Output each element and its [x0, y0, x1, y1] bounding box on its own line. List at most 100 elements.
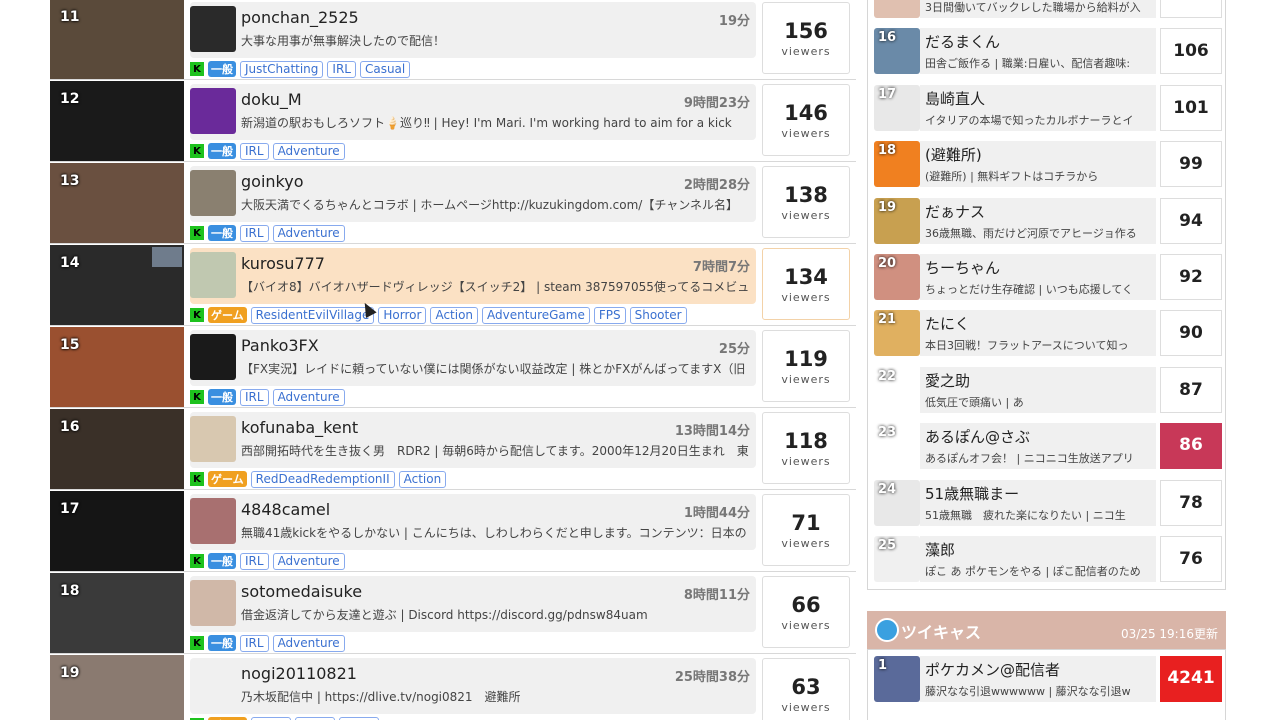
stream-row[interactable]: 17 4848camel 1時間44分 無職41歳kickをやるしかない | こ…	[50, 490, 856, 572]
stream-row[interactable]: 19 nogi20110821 25時間38分 乃木坂配信中 | https:/…	[50, 654, 856, 720]
avatar[interactable]	[190, 6, 236, 52]
avatar[interactable]	[190, 252, 236, 298]
avatar[interactable]	[190, 170, 236, 216]
side-ranking-row[interactable]: 19 だぁナス 36歳無職、雨だけど河原でアヒージョ作る 94	[868, 194, 1227, 250]
avatar[interactable]: 22	[874, 366, 920, 413]
tag-link[interactable]: Shooter	[629, 306, 687, 324]
tag-link[interactable]: IRL	[240, 224, 269, 242]
streamer-name[interactable]: たにく	[925, 313, 970, 334]
avatar[interactable]	[190, 580, 236, 626]
stream-row[interactable]: 11 ponchan_2525 19分 大事な用事が無事解決したので配信！ K …	[50, 0, 856, 80]
stream-thumbnail[interactable]: 17	[50, 491, 184, 571]
tag-link[interactable]: FPS	[593, 306, 626, 324]
stream-info[interactable]: kofunaba_kent 13時間14分 西部開拓時代を生き抜く男 RDR2 …	[190, 412, 756, 468]
streamer-name[interactable]: 4848camel	[241, 500, 330, 519]
streamer-name[interactable]: kofunaba_kent	[241, 418, 358, 437]
stream-info[interactable]: ponchan_2525 19分 大事な用事が無事解決したので配信！	[190, 2, 756, 58]
avatar[interactable]	[190, 662, 236, 708]
stream-thumbnail[interactable]: 16	[50, 409, 184, 489]
tag-link[interactable]: Adventure	[272, 634, 345, 652]
side-ranking-row[interactable]: 17 島崎直人 イタリアの本場で知ったカルボナーラとイ 101	[868, 81, 1227, 137]
tag-link[interactable]: IRL	[240, 634, 269, 652]
stream-thumbnail[interactable]: 11	[50, 0, 184, 79]
stream-row[interactable]: 16 kofunaba_kent 13時間14分 西部開拓時代を生き抜く男 RD…	[50, 408, 856, 490]
avatar[interactable]: 25	[874, 536, 920, 582]
avatar[interactable]: 17	[874, 84, 920, 131]
tag-link[interactable]: IRL	[240, 388, 269, 406]
streamer-name[interactable]: kurosu777	[241, 254, 325, 273]
avatar[interactable]: 20	[874, 254, 920, 300]
streamer-name[interactable]: ちーちゃん	[925, 257, 1000, 278]
tag-link[interactable]	[338, 716, 379, 720]
streamer-name[interactable]: 愛之助	[925, 370, 970, 391]
tag-link[interactable]: RedDeadRedemptionII	[250, 470, 395, 488]
tag-link[interactable]: IRL	[240, 552, 269, 570]
streamer-name[interactable]: nogi20110821	[241, 664, 357, 683]
side-ranking-row[interactable]: 16 だるまくん 田舎ご飯作る | 職業:日雇い、配信者趣味: 106	[868, 24, 1227, 80]
side-ranking-row[interactable]: 23 あるぽん@さぶ あるぽんオフ会！ | ニコニコ生放送アプリ 86	[868, 419, 1227, 475]
side-ranking-row[interactable]: 25 藻郎 ぽこ あ ポケモンをやる | ぽこ配信者のため 76	[868, 532, 1227, 588]
avatar[interactable]	[190, 88, 236, 134]
twitcasting-header[interactable]: ツイキャス 03/25 19:16更新	[867, 611, 1226, 649]
side-stream-info[interactable]: (避難所) (避難所) | 無料ギフトはコチラから	[920, 141, 1156, 188]
stream-info[interactable]: Panko3FX 25分 【FX実況】レイドに頼っていない僕には関係がない収益改…	[190, 330, 756, 386]
tag-link[interactable]: Adventure	[272, 388, 345, 406]
stream-row[interactable]: 15 Panko3FX 25分 【FX実況】レイドに頼っていない僕には関係がない…	[50, 326, 856, 408]
side-stream-info[interactable]: だるまくん 田舎ご飯作る | 職業:日雇い、配信者趣味:	[920, 28, 1156, 75]
side-stream-info[interactable]: あるぽん@さぶ あるぽんオフ会！ | ニコニコ生放送アプリ	[920, 423, 1156, 470]
tag-link[interactable]	[294, 716, 335, 720]
avatar[interactable]	[190, 498, 236, 544]
tag-link[interactable]	[250, 716, 291, 720]
tag-link[interactable]: IRL	[240, 142, 269, 160]
side-ranking-row[interactable]: 18 (避難所) (避難所) | 無料ギフトはコチラから 99	[868, 137, 1227, 193]
streamer-name[interactable]: goinkyo	[241, 172, 303, 191]
stream-thumbnail[interactable]: 18	[50, 573, 184, 653]
avatar[interactable]: 23	[874, 423, 920, 470]
twitcasting-row[interactable]: 1 ポケカメン@配信者 藤沢なな引退wwwwww | 藤沢なな引退w 4241	[868, 652, 1227, 708]
side-ranking-row[interactable]: 20 ちーちゃん ちょっとだけ生存確認 | いつも応援してく 92	[868, 250, 1227, 306]
side-stream-info[interactable]: だぁナス 36歳無職、雨だけど河原でアヒージョ作る	[920, 197, 1156, 244]
tag-link[interactable]: Adventure	[272, 224, 345, 242]
side-stream-info[interactable]: 51歳無職まー 51歳無職 疲れた楽になりたい | ニコ生	[920, 479, 1156, 526]
side-ranking-row[interactable]: 22 愛之助 低気圧で頭痛い | あ 87	[868, 363, 1227, 419]
avatar[interactable]: 18	[874, 141, 920, 188]
tag-link[interactable]: JustChatting	[240, 60, 324, 78]
streamer-name[interactable]: 51歳無職まー	[925, 483, 1019, 504]
side-stream-info[interactable]: たにく 本日3回戦！フラットアースについて知っ	[920, 310, 1156, 357]
avatar[interactable]: 15	[874, 0, 920, 18]
tag-link[interactable]: AdventureGame	[482, 306, 590, 324]
avatar[interactable]: 24	[874, 479, 920, 526]
streamer-name[interactable]: (避難所)	[925, 144, 982, 165]
streamer-name[interactable]: doku_M	[241, 90, 302, 109]
tag-link[interactable]: Action	[430, 306, 479, 324]
avatar[interactable]	[190, 416, 236, 462]
stream-info[interactable]: doku_M 9時間23分 新潟道の駅おもしろソフト🍦巡り‼ | Hey! I'…	[190, 84, 756, 140]
tag-link[interactable]: Action	[398, 470, 447, 488]
streamer-name[interactable]: 島崎直人	[925, 88, 985, 109]
side-stream-info[interactable]: ポケカメン@配信者 藤沢なな引退wwwwww | 藤沢なな引退w	[920, 656, 1156, 702]
stream-info[interactable]: nogi20110821 25時間38分 乃木坂配信中 | https://dl…	[190, 658, 756, 714]
streamer-name[interactable]: だぁナス	[925, 201, 985, 222]
streamer-name[interactable]: だるまくん	[925, 31, 1000, 52]
stream-row[interactable]: 18 sotomedaisuke 8時間11分 借金返済してから友達と遊ぶ | …	[50, 572, 856, 654]
stream-info[interactable]: 4848camel 1時間44分 無職41歳kickをやるしかない | こんにち…	[190, 494, 756, 550]
avatar[interactable]: 16	[874, 28, 920, 75]
stream-thumbnail[interactable]: 12	[50, 81, 184, 161]
stream-info[interactable]: goinkyo 2時間28分 大阪天満でくるちゃんとコラボ | ホームページht…	[190, 166, 756, 222]
tag-link[interactable]: ResidentEvilVillage	[250, 306, 375, 324]
stream-thumbnail[interactable]: 14	[50, 245, 184, 325]
streamer-name[interactable]: 藻郎	[925, 539, 955, 560]
side-ranking-row[interactable]: 21 たにく 本日3回戦！フラットアースについて知っ 90	[868, 306, 1227, 362]
stream-thumbnail[interactable]: 15	[50, 327, 184, 407]
tag-link[interactable]: Adventure	[272, 142, 345, 160]
stream-info[interactable]: sotomedaisuke 8時間11分 借金返済してから友達と遊ぶ | Dis…	[190, 576, 756, 632]
stream-thumbnail[interactable]: 13	[50, 163, 184, 243]
tag-link[interactable]: Casual	[359, 60, 411, 78]
stream-row[interactable]: 14 kurosu777 7時間7分 【バイオ8】バイオハザードヴィレッジ【スイ…	[50, 244, 856, 326]
tag-link[interactable]: Horror	[378, 306, 427, 324]
streamer-name[interactable]: Panko3FX	[241, 336, 319, 355]
tag-link[interactable]: Adventure	[272, 552, 345, 570]
avatar[interactable]	[190, 334, 236, 380]
stream-thumbnail[interactable]: 19	[50, 655, 184, 720]
side-stream-info[interactable]: 愛之助 低気圧で頭痛い | あ	[920, 366, 1156, 413]
